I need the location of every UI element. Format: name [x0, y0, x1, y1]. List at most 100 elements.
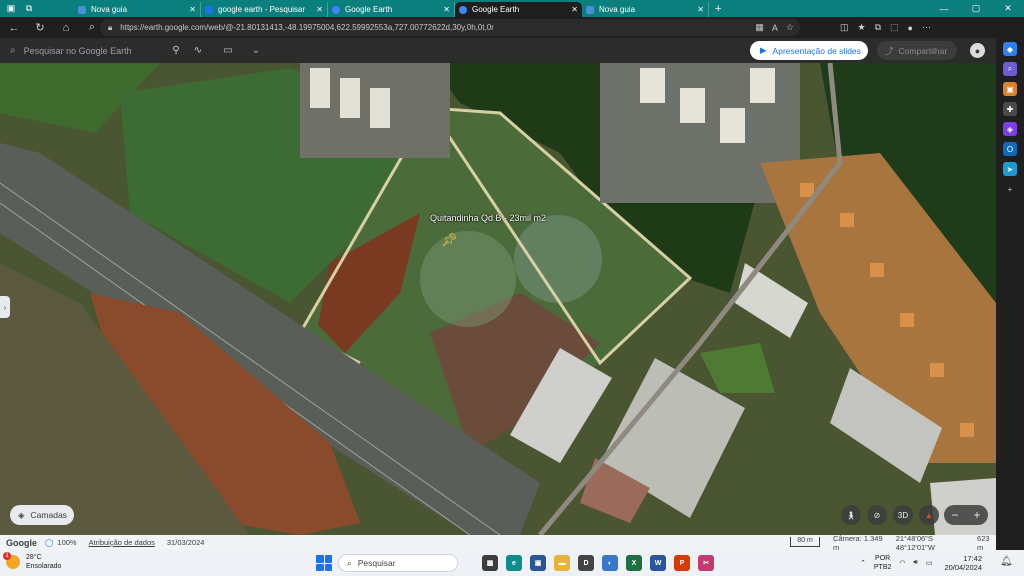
weather-desc: Ensolarado: [26, 563, 62, 570]
placemark-icon[interactable]: ⚲: [165, 45, 187, 56]
earth-search-field[interactable]: ⌕ Pesquisar no Google Earth: [0, 45, 165, 56]
copilot-icon[interactable]: ◆: [1003, 42, 1017, 56]
app-available-icon[interactable]: ▦: [755, 22, 764, 33]
share-button[interactable]: ⤴ Compartilhar: [877, 41, 957, 60]
close-icon[interactable]: ✕: [316, 5, 323, 14]
tab-google-earth-1[interactable]: Google Earth ✕: [328, 2, 455, 17]
games-icon[interactable]: ◈: [1003, 122, 1017, 136]
tab-favicon-icon: [332, 5, 340, 14]
path-icon[interactable]: ∿: [187, 45, 209, 56]
tab-google-earth-active[interactable]: Google Earth ✕: [455, 2, 582, 17]
taskbar-search-label: Pesquisar: [357, 558, 396, 568]
pushpin-icon[interactable]: 📌︎: [441, 232, 458, 248]
layers-button[interactable]: ◈ Camadas: [10, 505, 74, 525]
notification-badge: 1: [3, 552, 11, 560]
placemark-label[interactable]: Quitandinha Qd B - 23mil m2: [430, 213, 546, 223]
edge-sidebar: ◆ ⌕ ▣ ✚ ◈ O ➤ +: [996, 38, 1024, 550]
outlook-icon[interactable]: O: [1003, 142, 1017, 156]
read-aloud-icon[interactable]: A: [772, 23, 778, 33]
search-icon: ⌕: [10, 45, 16, 56]
zoom-in-button[interactable]: +: [966, 505, 988, 525]
favorite-star-icon[interactable]: ☆: [786, 22, 794, 33]
clock[interactable]: 17:42 20/04/2024: [930, 554, 982, 572]
photos-icon[interactable]: ◐: [602, 555, 618, 571]
view-3d-button[interactable]: 3D: [893, 505, 913, 525]
tab-favicon-icon: [459, 5, 467, 14]
close-icon[interactable]: ✕: [189, 5, 196, 14]
split-screen-icon[interactable]: ◫: [840, 22, 849, 33]
file-explorer-icon[interactable]: ▬: [554, 555, 570, 571]
tab-google-earth-pesquisar[interactable]: google earth - Pesquisar ✕: [201, 2, 328, 17]
street-view-icon[interactable]: 🚶︎: [841, 505, 861, 525]
store-icon[interactable]: ▣: [530, 555, 546, 571]
imagery-date: 31/03/2024: [166, 538, 205, 547]
volume-icon[interactable]: 🔊︎: [914, 559, 918, 567]
search-icon[interactable]: ⌕: [82, 18, 102, 38]
tab-actions-icon[interactable]: ⧉: [22, 2, 36, 16]
close-window-button[interactable]: ✕: [992, 0, 1024, 17]
task-view-icon[interactable]: ▦: [482, 555, 498, 571]
keyboard-layout: PTB2: [873, 564, 892, 571]
url-text: https://earth.google.com/web/@-21.801314…: [120, 23, 494, 32]
zoom-out-button[interactable]: −: [944, 505, 966, 525]
tab-nova-guia-2[interactable]: Nova guia ✕: [582, 2, 709, 17]
tools-icon[interactable]: ✚: [1003, 102, 1017, 116]
tab-title: Google Earth: [345, 5, 393, 14]
close-icon[interactable]: ✕: [697, 5, 704, 14]
shopping-icon[interactable]: ▣: [1003, 82, 1017, 96]
edge-icon[interactable]: e: [506, 555, 522, 571]
weather-temp: 28°C: [26, 554, 42, 561]
lock-icon[interactable]: 🔒︎: [108, 23, 112, 33]
layers-label: Camadas: [30, 510, 67, 520]
weather-widget[interactable]: 1 28°C Ensolarado: [3, 552, 62, 571]
refresh-icon[interactable]: ↻: [30, 18, 50, 38]
pdf-icon[interactable]: P: [674, 555, 690, 571]
dell-icon[interactable]: D: [578, 555, 594, 571]
favorites-icon[interactable]: ★: [858, 22, 866, 33]
send-icon[interactable]: ➤: [1003, 162, 1017, 176]
close-icon[interactable]: ✕: [443, 5, 450, 14]
excel-icon[interactable]: X: [626, 555, 642, 571]
account-avatar[interactable]: ●: [970, 43, 985, 58]
slideshow-button[interactable]: ▶ Apresentação de slides: [750, 41, 868, 60]
expand-panel-button[interactable]: ›: [0, 296, 10, 318]
notification-bell-icon[interactable]: 🔔︎: [1000, 556, 1013, 567]
camera-altitude: Câmera: 1.349 m: [833, 533, 883, 552]
ruler-icon[interactable]: ▭: [217, 45, 239, 56]
google-logo: Google: [6, 537, 37, 548]
more-menu-icon[interactable]: ⋯: [922, 22, 931, 33]
coordinates: 21°48'06"S 48°12'01"W: [895, 533, 935, 552]
profile-icon[interactable]: ●: [908, 23, 913, 33]
collections-icon[interactable]: ⧉: [875, 22, 881, 33]
coverage-percent: 100%: [57, 538, 77, 547]
add-sidebar-app-icon[interactable]: +: [1003, 182, 1017, 196]
earth-status-bar: Google ◯ 100% Atribuição de dados 31/03/…: [0, 533, 996, 552]
start-button[interactable]: [316, 555, 332, 571]
minimize-button[interactable]: —: [928, 0, 960, 17]
new-tab-button[interactable]: +: [715, 3, 721, 15]
taskbar-search[interactable]: ⌕ Pesquisar: [338, 554, 458, 572]
tab-favicon-icon: [78, 5, 86, 14]
search-sidebar-icon[interactable]: ⌕: [1003, 62, 1017, 76]
satellite-map[interactable]: Quitandinha Qd B - 23mil m2 📌︎ › ◈ Camad…: [0, 63, 996, 535]
chevron-down-icon[interactable]: ⌄: [245, 45, 267, 56]
extensions-icon[interactable]: ⬚: [890, 22, 899, 33]
maximize-button[interactable]: ▢: [960, 0, 992, 17]
chevron-up-icon[interactable]: ⌃: [860, 559, 866, 567]
tab-nova-guia-1[interactable]: Nova guia ✕: [74, 2, 201, 17]
workspaces-icon[interactable]: ▣: [4, 2, 18, 16]
language-indicator[interactable]: POR PTB2: [874, 554, 892, 572]
snipping-tool-icon[interactable]: ✂: [698, 555, 714, 571]
home-icon[interactable]: ⌂: [56, 18, 76, 38]
word-icon[interactable]: W: [650, 555, 666, 571]
wifi-icon[interactable]: ◠: [899, 559, 905, 567]
sync-off-icon[interactable]: ⊘: [867, 505, 887, 525]
zoom-controls: − +: [944, 505, 988, 525]
compass-icon[interactable]: ▲: [919, 505, 939, 525]
back-arrow-icon[interactable]: ←: [4, 18, 24, 38]
data-attribution-link[interactable]: Atribuição de dados: [89, 538, 155, 547]
close-icon[interactable]: ✕: [571, 5, 578, 14]
clock-date: 20/04/2024: [944, 563, 982, 572]
slideshow-icon: ▶: [760, 45, 767, 55]
address-bar[interactable]: 🔒︎ https://earth.google.com/web/@-21.801…: [100, 19, 800, 36]
